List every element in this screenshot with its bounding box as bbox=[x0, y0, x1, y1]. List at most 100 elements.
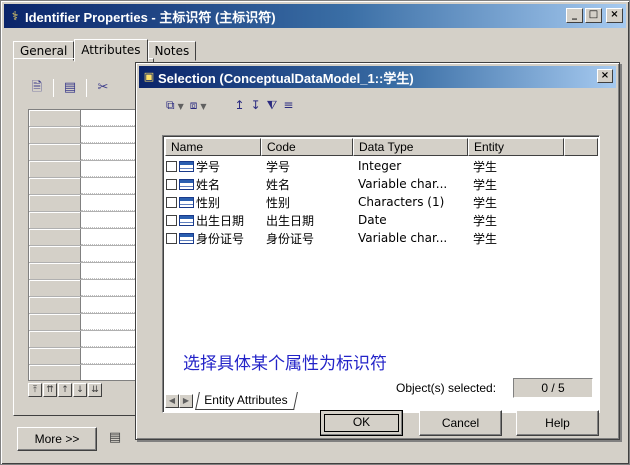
row-move-buttons: ⤒ ⇈ ↑ ↓ ⇊ bbox=[28, 383, 102, 397]
attributes-grid[interactable] bbox=[28, 109, 148, 381]
attribute-name: 性别 bbox=[196, 195, 221, 210]
objects-selected-count: 0 / 5 bbox=[513, 378, 593, 398]
grid-row[interactable] bbox=[29, 229, 147, 246]
tab-scroll-left-icon[interactable]: ◀ bbox=[165, 394, 179, 408]
selection-dialog-title: Selection (ConceptualDataModel_1::学生) bbox=[158, 70, 414, 86]
cut-icon[interactable]: ✂ bbox=[93, 78, 113, 98]
list-item[interactable]: 出生日期 出生日期 Date 学生 bbox=[165, 211, 564, 229]
row-checkbox[interactable] bbox=[166, 196, 177, 208]
list-item[interactable]: 学号 学号 Integer 学生 bbox=[165, 157, 564, 175]
column-header-name[interactable]: Name bbox=[165, 138, 261, 156]
attribute-entity: 学生 bbox=[473, 195, 498, 210]
row-checkbox[interactable] bbox=[166, 232, 177, 244]
column-header-code[interactable]: Code bbox=[261, 138, 353, 156]
selection-dialog-titlebar[interactable]: ▣ Selection (ConceptualDataModel_1::学生) … bbox=[139, 66, 616, 88]
grid-row[interactable] bbox=[29, 178, 147, 195]
window-controls: _ □ × bbox=[566, 8, 623, 23]
dropdown-arrow-icon: ▼ bbox=[177, 102, 184, 111]
add-attributes-icon[interactable]: ▤ bbox=[60, 78, 80, 98]
close-button[interactable]: × bbox=[606, 8, 623, 23]
attribute-entity: 学生 bbox=[473, 159, 498, 174]
window-titlebar[interactable]: ⚕ Identifier Properties - 主标识符 (主标识符) _ … bbox=[4, 4, 626, 28]
grid-row[interactable] bbox=[29, 331, 147, 348]
attribute-code: 学号 bbox=[266, 159, 291, 174]
attribute-icon bbox=[179, 178, 194, 190]
grid-row[interactable] bbox=[29, 280, 147, 297]
identifier-key-icon: ⚕ bbox=[11, 9, 19, 23]
selection-toolbar: ⧉ ▼ ⧈ ▼ ↥ ↧ ⧨ ≡ bbox=[166, 96, 293, 114]
cancel-button[interactable]: Cancel bbox=[419, 410, 502, 436]
attribute-data-type: Date bbox=[358, 213, 387, 227]
deselect-all-icon[interactable]: ⧈ ▼ bbox=[190, 96, 207, 114]
list-item[interactable]: 身份证号 身份证号 Variable char... 学生 bbox=[165, 229, 564, 247]
attribute-name: 姓名 bbox=[196, 177, 221, 192]
row-checkbox[interactable] bbox=[166, 160, 177, 172]
grid-row[interactable] bbox=[29, 161, 147, 178]
grid-row[interactable] bbox=[29, 195, 147, 212]
attribute-icon bbox=[179, 196, 194, 208]
maximize-button[interactable]: □ bbox=[585, 8, 602, 23]
column-header-entity[interactable]: Entity bbox=[468, 138, 564, 156]
grid-row[interactable] bbox=[29, 348, 147, 365]
grid-row[interactable] bbox=[29, 246, 147, 263]
identifier-properties-window: ⚕ Identifier Properties - 主标识符 (主标识符) _ … bbox=[0, 0, 630, 465]
attribute-code: 姓名 bbox=[266, 177, 291, 192]
more-button[interactable]: More >> bbox=[17, 427, 97, 451]
move-to-top-icon[interactable]: ↥ bbox=[235, 96, 245, 114]
dropdown-arrow-icon: ▼ bbox=[200, 102, 207, 111]
grid-row[interactable] bbox=[29, 314, 147, 331]
column-header-filler bbox=[564, 138, 598, 156]
filter-icon[interactable]: ⧨ bbox=[267, 96, 278, 114]
move-up-page-icon[interactable]: ⇈ bbox=[43, 383, 57, 397]
grid-row[interactable] bbox=[29, 365, 147, 380]
help-button[interactable]: Help bbox=[516, 410, 599, 436]
selection-icon: ▣ bbox=[143, 70, 155, 83]
selection-close-button[interactable]: × bbox=[597, 69, 613, 83]
grid-row[interactable] bbox=[29, 297, 147, 314]
select-all-icon[interactable]: ⧉ ▼ bbox=[166, 96, 184, 114]
attribute-data-type: Characters (1) bbox=[358, 195, 445, 209]
tab-notes[interactable]: Notes bbox=[147, 41, 197, 61]
attribute-name: 学号 bbox=[196, 159, 221, 174]
move-top-icon[interactable]: ⤒ bbox=[28, 383, 42, 397]
attribute-list[interactable]: Name Code Data Type Entity 学号 学号 Integer… bbox=[162, 135, 600, 413]
objects-selected-label: Object(s) selected: bbox=[396, 381, 497, 395]
grid-row[interactable] bbox=[29, 144, 147, 161]
ok-button[interactable]: OK bbox=[320, 410, 403, 436]
attribute-entity: 学生 bbox=[473, 231, 498, 246]
grid-row[interactable] bbox=[29, 212, 147, 229]
row-checkbox[interactable] bbox=[166, 214, 177, 226]
move-down-icon[interactable]: ↓ bbox=[73, 383, 87, 397]
toolbar-separator bbox=[86, 79, 87, 97]
toolbar-separator bbox=[53, 79, 54, 97]
attribute-data-type: Variable char... bbox=[358, 231, 448, 245]
move-up-icon[interactable]: ↑ bbox=[58, 383, 72, 397]
column-header-data-type[interactable]: Data Type bbox=[353, 138, 468, 156]
document-icon[interactable]: ▤ bbox=[106, 429, 124, 449]
attributes-toolbar: 🗎 ▤ ✂ bbox=[27, 78, 113, 98]
grid-row[interactable] bbox=[29, 127, 147, 144]
attribute-entity: 学生 bbox=[473, 213, 498, 228]
sheet-tab-entity-attributes[interactable]: Entity Attributes bbox=[195, 392, 299, 410]
list-item[interactable]: 性别 性别 Characters (1) 学生 bbox=[165, 193, 564, 211]
move-to-bottom-icon[interactable]: ↧ bbox=[251, 96, 261, 114]
attribute-data-type: Variable char... bbox=[358, 177, 448, 191]
tab-attributes[interactable]: Attributes bbox=[74, 39, 148, 62]
attribute-icon bbox=[179, 232, 194, 244]
selection-dialog: ▣ Selection (ConceptualDataModel_1::学生) … bbox=[135, 62, 620, 440]
row-checkbox[interactable] bbox=[166, 178, 177, 190]
grid-row[interactable] bbox=[29, 263, 147, 280]
attribute-name: 身份证号 bbox=[196, 231, 245, 246]
attribute-code: 性别 bbox=[266, 195, 291, 210]
grid-row[interactable] bbox=[29, 110, 147, 127]
list-body: 学号 学号 Integer 学生 姓名 姓名 Variable char... … bbox=[165, 157, 564, 247]
list-header: Name Code Data Type Entity bbox=[165, 138, 598, 156]
filter-list-icon[interactable]: ≡ bbox=[283, 96, 293, 114]
attribute-code: 出生日期 bbox=[266, 213, 315, 228]
minimize-button[interactable]: _ bbox=[566, 8, 583, 23]
properties-icon[interactable]: 🗎 bbox=[27, 78, 47, 98]
move-down-page-icon[interactable]: ⇊ bbox=[88, 383, 102, 397]
tab-scroll-right-icon[interactable]: ▶ bbox=[179, 394, 193, 408]
attribute-data-type: Integer bbox=[358, 159, 402, 173]
list-item[interactable]: 姓名 姓名 Variable char... 学生 bbox=[165, 175, 564, 193]
